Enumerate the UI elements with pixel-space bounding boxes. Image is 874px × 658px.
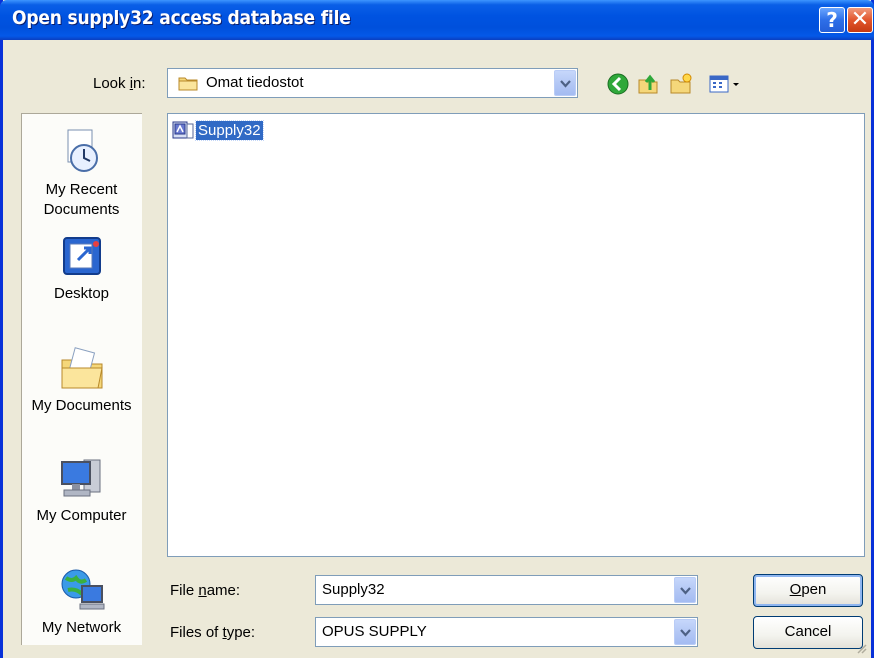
file-type-dropdown-button[interactable] bbox=[674, 619, 696, 645]
file-name-value: Supply32 bbox=[322, 581, 385, 598]
place-my-computer[interactable]: My Computer bbox=[22, 454, 141, 526]
access-database-icon bbox=[172, 121, 194, 139]
help-button[interactable]: ? bbox=[819, 7, 845, 33]
chevron-down-icon bbox=[560, 80, 571, 88]
chevron-down-icon bbox=[680, 587, 691, 595]
file-name-combo[interactable]: Supply32 bbox=[315, 575, 698, 605]
place-label: My Computer bbox=[36, 507, 127, 524]
folder-icon bbox=[178, 77, 198, 91]
close-button[interactable]: ✕ bbox=[847, 7, 873, 33]
place-label: Desktop bbox=[53, 285, 110, 302]
up-folder-icon[interactable] bbox=[636, 72, 660, 96]
place-desktop[interactable]: Desktop bbox=[22, 232, 141, 304]
list-item[interactable]: Supply32 bbox=[172, 118, 264, 142]
views-menu-icon[interactable] bbox=[708, 72, 744, 96]
place-label: My Documents bbox=[31, 397, 132, 414]
place-label: My Network bbox=[41, 619, 122, 636]
recent-documents-icon bbox=[67, 129, 98, 172]
file-name-dropdown-button[interactable] bbox=[674, 577, 696, 603]
resize-grip-icon[interactable] bbox=[855, 642, 867, 654]
places-bar: My Recent Documents Desktop My Documents bbox=[21, 113, 142, 645]
open-file-dialog: Open supply32 access database file ? ✕ L… bbox=[0, 0, 874, 658]
open-button[interactable]: Open bbox=[753, 574, 863, 607]
look-in-dropdown-button[interactable] bbox=[554, 70, 576, 96]
dialog-title: Open supply32 access database file bbox=[12, 7, 351, 29]
look-in-value: Omat tiedostot bbox=[206, 74, 304, 91]
my-network-icon bbox=[61, 569, 104, 610]
title-bar[interactable]: Open supply32 access database file ? ✕ bbox=[0, 0, 874, 40]
back-icon[interactable] bbox=[606, 72, 630, 96]
my-computer-icon bbox=[60, 459, 100, 497]
cancel-button[interactable]: Cancel bbox=[753, 616, 863, 649]
place-my-recent-documents[interactable]: My Recent Documents bbox=[22, 128, 141, 220]
my-documents-icon bbox=[61, 347, 103, 389]
place-my-documents[interactable]: My Documents bbox=[22, 344, 141, 416]
look-in-dropdown[interactable]: Omat tiedostot bbox=[167, 68, 578, 98]
new-folder-icon[interactable] bbox=[669, 72, 693, 96]
desktop-icon bbox=[62, 237, 101, 275]
chevron-down-icon bbox=[680, 629, 691, 637]
place-label: Documents bbox=[43, 201, 120, 218]
place-my-network[interactable]: My Network bbox=[22, 566, 141, 638]
file-name-selected: Supply32 bbox=[195, 119, 264, 141]
file-type-value: OPUS SUPPLY bbox=[322, 623, 427, 640]
place-label: My Recent bbox=[45, 181, 118, 198]
look-in-label: Look in: bbox=[93, 75, 146, 92]
file-list[interactable]: Supply32 bbox=[167, 113, 865, 557]
file-type-label: Files of type: bbox=[170, 624, 256, 641]
file-type-combo[interactable]: OPUS SUPPLY bbox=[315, 617, 698, 647]
file-name-label: File name: bbox=[170, 582, 241, 599]
